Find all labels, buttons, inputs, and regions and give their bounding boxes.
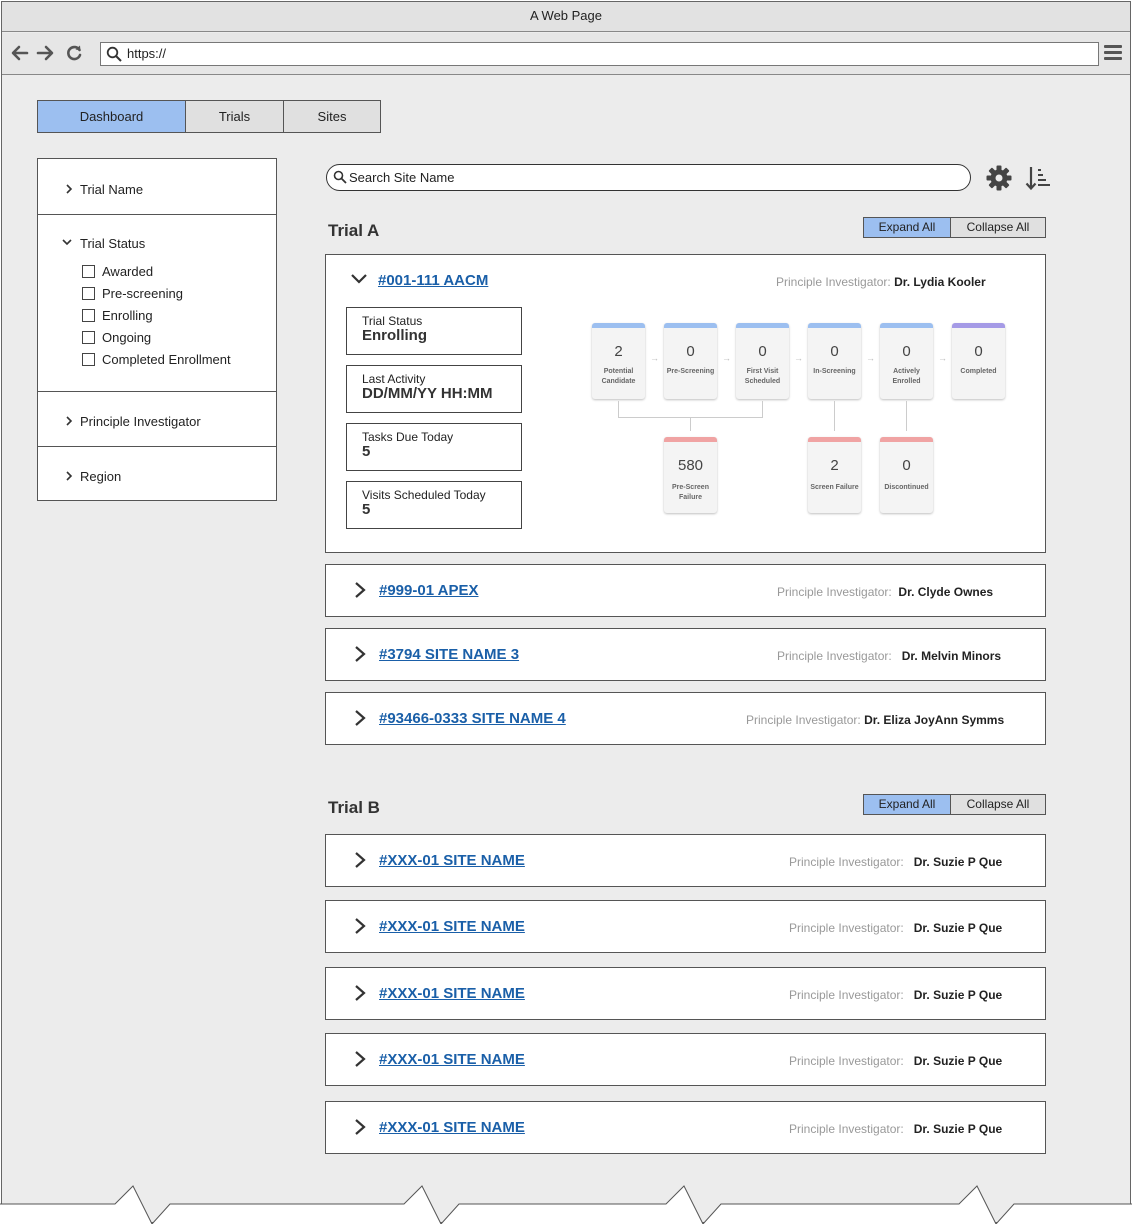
flow-arrow-icon: → [794,353,803,363]
gear-icon[interactable] [985,164,1013,192]
chevron-right-icon[interactable] [354,1118,366,1136]
search-input[interactable]: Search Site Name [326,164,971,191]
info-tasks-due: Tasks Due Today 5 [346,423,522,471]
principle-investigator: Principle Investigator: Dr. Suzie P Que [789,988,1003,1002]
info-visits-scheduled: Visits Scheduled Today 5 [346,481,522,529]
pipeline-failure: 580 Pre-Screen Failure [664,437,717,513]
chevron-right-icon[interactable] [354,1050,366,1068]
search-icon [333,170,347,184]
principle-investigator: Principle Investigator: Dr. Suzie P Que [789,855,1003,869]
pipeline-connector [690,417,691,431]
site-card[interactable]: #3794 SITE NAME 3 Principle Investigator… [325,628,1046,681]
site-link[interactable]: #XXX-01 SITE NAME [379,918,525,935]
chevron-right-icon[interactable] [354,984,366,1002]
flow-arrow-icon: → [866,353,875,363]
trial-b-title: Trial B [328,798,380,817]
site-link[interactable]: #XXX-01 SITE NAME [379,985,525,1002]
back-arrow-icon[interactable] [10,43,30,63]
site-link[interactable]: #XXX-01 SITE NAME [379,1051,525,1068]
forward-arrow-icon[interactable] [35,43,55,63]
url-field[interactable]: https:// [100,42,1099,66]
window-title: A Web Page [2,2,1130,32]
filter-pi-label: Principle Investigator [80,414,201,429]
search-icon [106,46,122,62]
info-trial-status: Trial Status Enrolling [346,307,522,355]
expand-all-button[interactable]: Expand All [864,218,951,237]
site-link[interactable]: #001-111 AACM [378,272,488,289]
chevron-right-icon [66,416,73,426]
site-card[interactable]: #XXX-01 SITE NAME Principle Investigator… [325,1101,1046,1154]
filter-trial-status: Trial Status Awarded Pre-screening Enrol… [38,215,276,392]
pipeline-connector [834,401,835,431]
site-link[interactable]: #999-01 APEX [379,582,479,599]
sort-icon[interactable] [1024,164,1052,192]
trial-b-expand-toggle: Expand All Collapse All [863,794,1046,815]
filter-principle-investigator[interactable]: Principle Investigator [38,392,276,447]
flow-arrow-icon: → [650,353,659,363]
pipeline-failure: 0 Discontinued [880,437,933,513]
search-placeholder: Search Site Name [349,170,455,185]
filter-panel: Trial Name Trial Status Awarded Pre-scre… [37,158,277,501]
pipeline-stage: 0 Pre-Screening [664,323,717,399]
expand-all-button[interactable]: Expand All [864,795,951,814]
principle-investigator: Principle Investigator: Dr. Suzie P Que [789,1122,1003,1136]
pipeline-stage: 0 Actively Enrolled [880,323,933,399]
menu-icon[interactable] [1104,45,1122,61]
url-text: https:// [127,46,167,61]
filter-trial-name[interactable]: Trial Name [38,159,276,215]
chevron-right-icon[interactable] [354,645,366,663]
filter-region[interactable]: Region [38,447,276,500]
chevron-right-icon [66,471,73,481]
filter-trial-status-label: Trial Status [80,236,146,251]
filter-region-label: Region [80,469,122,484]
pipeline-stage: 0 First Visit Scheduled [736,323,789,399]
pipeline-connector [762,401,763,417]
chevron-right-icon[interactable] [354,851,366,869]
principle-investigator: Principle Investigator: Dr. Clyde Ownes [777,585,994,599]
chevron-right-icon[interactable] [354,709,366,727]
principle-investigator: Principle Investigator: Dr. Lydia Kooler [776,275,986,289]
site-card[interactable]: #93466-0333 SITE NAME 4 Principle Invest… [325,692,1046,745]
site-card[interactable]: #XXX-01 SITE NAME Principle Investigator… [325,1033,1046,1086]
trial-a-expand-toggle: Expand All Collapse All [863,217,1046,238]
principle-investigator: Principle Investigator: Dr. Melvin Minor… [777,649,1002,663]
principle-investigator: Principle Investigator: Dr. Suzie P Que [789,1054,1003,1068]
site-card-expanded: #001-111 AACM Principle Investigator: Dr… [325,254,1046,553]
trial-a-title: Trial A [328,221,380,240]
filter-trial-name-label: Trial Name [80,182,144,197]
site-link[interactable]: #XXX-01 SITE NAME [379,1119,525,1136]
chevron-right-icon[interactable] [354,917,366,935]
main-tabs: Dashboard Trials Sites [37,100,381,133]
tab-sites[interactable]: Sites [284,101,380,132]
site-card[interactable]: #XXX-01 SITE NAME Principle Investigator… [325,834,1046,887]
pipeline-stage: 2 Potential Candidate [592,323,645,399]
site-link[interactable]: #XXX-01 SITE NAME [379,852,525,869]
site-link[interactable]: #3794 SITE NAME 3 [379,646,519,663]
torn-edge [0,1185,1132,1224]
pipeline-stage: 0 In-Screening [808,323,861,399]
site-link[interactable]: #93466-0333 SITE NAME 4 [379,710,566,727]
principle-investigator: Principle Investigator: Dr. Eliza JoyAnn… [746,713,1005,727]
flow-arrow-icon: → [938,353,947,363]
site-card[interactable]: #999-01 APEX Principle Investigator: Dr.… [325,564,1046,617]
reload-icon[interactable] [64,43,84,63]
address-bar: https:// [2,33,1130,75]
chevron-down-icon[interactable] [62,237,72,247]
pipeline-failure: 2 Screen Failure [808,437,861,513]
chevron-right-icon[interactable] [354,581,366,599]
collapse-all-button[interactable]: Collapse All [951,795,1045,814]
collapse-all-button[interactable]: Collapse All [951,218,1045,237]
pipeline-connector [906,401,907,431]
tab-dashboard[interactable]: Dashboard [38,101,186,132]
pipeline-connector [618,401,619,417]
site-card[interactable]: #XXX-01 SITE NAME Principle Investigator… [325,967,1046,1020]
chevron-right-icon [66,184,73,194]
tab-trials[interactable]: Trials [186,101,284,132]
pipeline-stage: 0 Completed [952,323,1005,399]
site-card[interactable]: #XXX-01 SITE NAME Principle Investigator… [325,900,1046,953]
flow-arrow-icon: → [722,353,731,363]
chevron-down-icon[interactable] [350,272,368,286]
principle-investigator: Principle Investigator: Dr. Suzie P Que [789,921,1003,935]
info-last-activity: Last Activity DD/MM/YY HH:MM [346,365,522,413]
